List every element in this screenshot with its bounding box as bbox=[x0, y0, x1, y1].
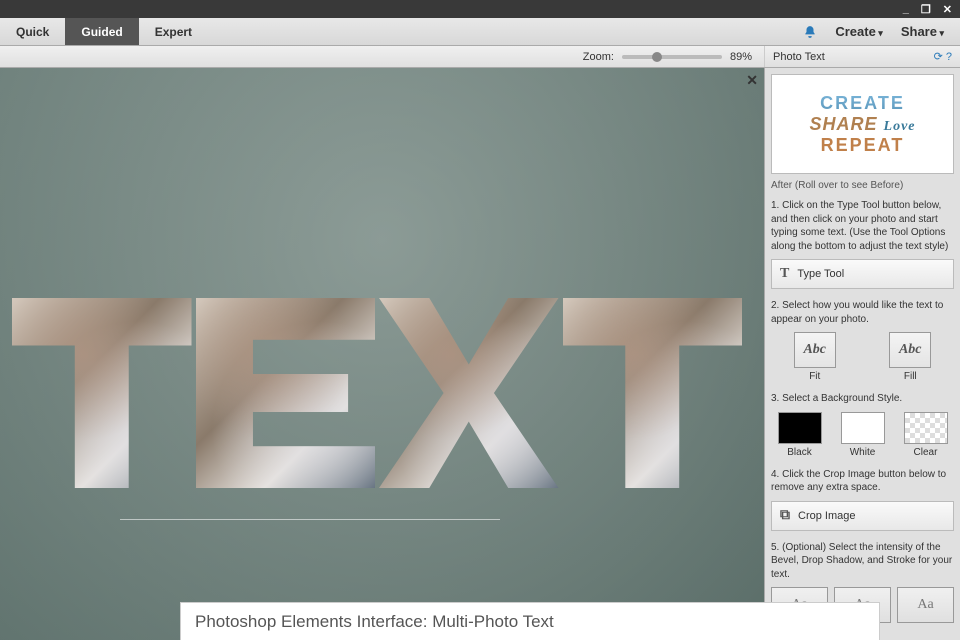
crop-image-button[interactable]: ⧉ Crop Image bbox=[771, 501, 954, 531]
type-tool-label: Type Tool bbox=[797, 268, 844, 280]
tab-quick[interactable]: Quick bbox=[0, 18, 65, 45]
type-tool-button[interactable]: T Type Tool bbox=[771, 259, 954, 289]
footer-caption: Photoshop Elements Interface: Multi-Phot… bbox=[180, 602, 880, 640]
close-document-button[interactable]: ✕ bbox=[746, 72, 758, 89]
preview-line2a: SHARE bbox=[809, 114, 877, 134]
effect-preview[interactable]: CREATE SHARE Love REPEAT bbox=[771, 74, 954, 174]
close-window-button[interactable]: ✕ bbox=[943, 3, 952, 16]
fill-option[interactable]: Abc Fill bbox=[867, 332, 955, 382]
notifications-icon[interactable] bbox=[803, 25, 817, 39]
step-5-text: 5. (Optional) Select the intensity of th… bbox=[771, 541, 954, 582]
crop-icon: ⧉ bbox=[780, 508, 790, 524]
zoom-value: 89% bbox=[730, 51, 752, 63]
panel-help-icon[interactable]: ⟳ ? bbox=[934, 50, 952, 63]
guide-line bbox=[120, 519, 500, 520]
photo-text-preview bbox=[10, 298, 744, 488]
step-2-text: 2. Select how you would like the text to… bbox=[771, 299, 954, 326]
canvas-area[interactable]: ✕ bbox=[0, 68, 764, 640]
panel-title: Photo Text bbox=[773, 51, 825, 63]
maximize-button[interactable]: ❐ bbox=[921, 3, 931, 16]
crop-label: Crop Image bbox=[798, 510, 855, 522]
fill-label: Fill bbox=[904, 371, 917, 382]
fit-label: Fit bbox=[809, 371, 820, 382]
preview-line3: REPEAT bbox=[821, 135, 905, 156]
preview-caption: After (Roll over to see Before) bbox=[771, 180, 954, 191]
bg-black-option[interactable]: Black bbox=[771, 412, 828, 458]
tab-expert[interactable]: Expert bbox=[139, 18, 208, 45]
type-tool-icon: T bbox=[780, 266, 789, 282]
step-4-text: 4. Click the Crop Image button below to … bbox=[771, 468, 954, 495]
style-option-3[interactable]: Aa bbox=[897, 587, 954, 623]
minimize-button[interactable]: _ bbox=[903, 3, 909, 15]
options-bar: Zoom: 89% Photo Text ⟳ ? bbox=[0, 46, 960, 68]
step-1-text: 1. Click on the Type Tool button below, … bbox=[771, 199, 954, 253]
mode-bar: Quick Guided Expert Create Share bbox=[0, 18, 960, 46]
bg-clear-option[interactable]: Clear bbox=[897, 412, 954, 458]
fit-option[interactable]: Abc Fit bbox=[771, 332, 859, 382]
window-titlebar: _ ❐ ✕ bbox=[0, 0, 960, 18]
step-3-text: 3. Select a Background Style. bbox=[771, 392, 954, 406]
preview-line2b: Love bbox=[884, 119, 916, 134]
tab-guided[interactable]: Guided bbox=[65, 18, 138, 45]
zoom-slider[interactable] bbox=[622, 55, 722, 59]
bg-white-option[interactable]: White bbox=[834, 412, 891, 458]
share-menu[interactable]: Share bbox=[901, 24, 944, 39]
create-menu[interactable]: Create bbox=[835, 24, 883, 39]
guided-panel: CREATE SHARE Love REPEAT After (Roll ove… bbox=[764, 68, 960, 640]
zoom-label: Zoom: bbox=[583, 51, 614, 63]
preview-line1: CREATE bbox=[820, 93, 905, 114]
